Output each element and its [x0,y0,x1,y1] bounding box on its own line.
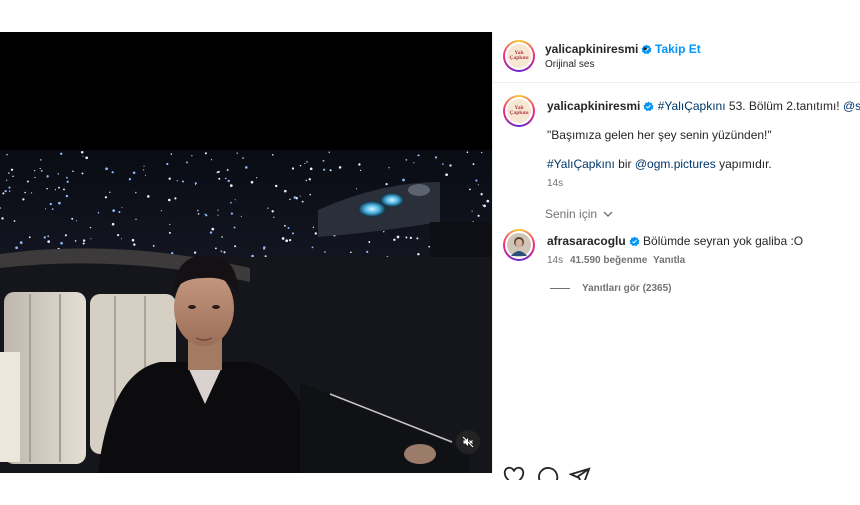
verified-badge-icon [643,101,654,112]
comment-body: afrasaracoglu Bölümde seyran yok galiba … [547,234,803,248]
author-username-row: yalicapkiniresmi [545,42,652,56]
post-media[interactable] [0,32,492,473]
mute-button[interactable] [456,430,480,454]
comment-likes[interactable]: 41.590 beğenme [570,255,647,266]
audio-label[interactable]: Orijinal ses [545,59,594,70]
follow-button[interactable]: Takip Et [655,42,701,56]
caption-hashtag[interactable]: #YalıÇapkını [658,99,726,113]
comment-filter-dropdown[interactable]: Senin için [545,207,613,221]
caption-mention-ogm[interactable]: @ogm.pictures [635,157,716,171]
verified-badge-icon [629,236,640,247]
caption-mention-startv[interactable]: @startv [843,99,860,113]
caption-quote: "Başımıza gelen her şey senin yüzünden!" [547,128,772,142]
like-button[interactable] [503,466,525,480]
post-header: Yalı Çapkını yalicapkiniresmi • Takip Et… [493,32,860,83]
replies-divider [550,288,570,289]
caption-time[interactable]: 14s [547,178,563,189]
author-username[interactable]: yalicapkiniresmi [545,42,638,56]
chevron-down-icon [603,211,613,217]
video-frame [0,32,492,473]
author-avatar-logo: Yalı Çapkını [505,42,533,70]
comment-username[interactable]: afrasaracoglu [547,234,626,248]
caption-avatar-logo: Yalı Çapkını [505,97,533,125]
author-avatar[interactable]: Yalı Çapkını [503,40,535,72]
view-replies-button[interactable]: Yanıtları gör (2365) [582,283,671,294]
caption-credits-end: yapımıdır. [715,157,772,171]
caption-hashtag-2[interactable]: #YalıÇapkını [547,157,615,171]
heart-icon [503,466,525,480]
reply-button[interactable]: Yanıtla [653,255,685,266]
caption-avatar[interactable]: Yalı Çapkını [503,95,535,127]
comment-time[interactable]: 14s [547,255,563,266]
caption-credits: #YalıÇapkını bir @ogm.pictures yapımıdır… [547,157,772,171]
comment-text: Bölümde seyran yok galiba :O [643,234,804,248]
comment-filter-label: Senin için [545,207,598,221]
post-side-panel: Yalı Çapkını yalicapkiniresmi • Takip Et… [492,32,860,473]
caption-username[interactable]: yalicapkiniresmi [547,99,640,113]
comment-button[interactable] [537,466,559,480]
share-icon [569,467,591,480]
comment-icon [538,467,559,480]
share-button[interactable] [569,466,591,480]
caption-credits-text: bir [614,157,635,171]
mute-icon [462,436,474,448]
commenter-avatar[interactable] [503,229,535,261]
separator-dot: • [643,42,648,56]
caption-text: 53. Bölüm 2.tanıtımı! [725,99,843,113]
commenter-avatar-photo [505,231,533,259]
caption-first-line: yalicapkiniresmi #YalıÇapkını 53. Bölüm … [547,99,860,113]
